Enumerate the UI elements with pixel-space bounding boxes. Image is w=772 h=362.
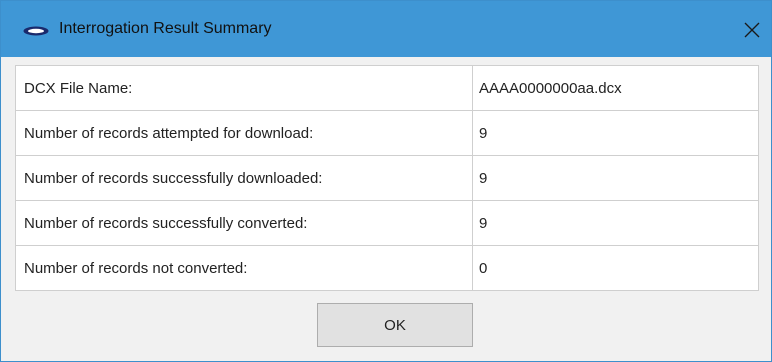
row-label: Number of records successfully downloade… [15, 155, 473, 201]
table-row: Number of records successfully converted… [15, 200, 759, 246]
row-value: AAAA0000000aa.dcx [472, 65, 759, 111]
table-row: Number of records successfully downloade… [15, 155, 759, 201]
row-value: 9 [472, 155, 759, 201]
table-row: DCX File Name: AAAA0000000aa.dcx [15, 65, 759, 111]
row-value: 9 [472, 200, 759, 246]
close-button[interactable] [737, 15, 767, 45]
app-window-icon [23, 26, 49, 36]
table-row: Number of records not converted: 0 [15, 245, 759, 291]
row-value: 0 [472, 245, 759, 291]
row-label: Number of records not converted: [15, 245, 473, 291]
ok-button[interactable]: OK [317, 303, 473, 347]
dialog-window: Interrogation Result Summary DCX File Na… [0, 0, 772, 362]
row-label: Number of records attempted for download… [15, 110, 473, 156]
window-title: Interrogation Result Summary [59, 20, 272, 37]
table-row: Number of records attempted for download… [15, 110, 759, 156]
row-label: DCX File Name: [15, 65, 473, 111]
summary-table: DCX File Name: AAAA0000000aa.dcx Number … [15, 65, 759, 291]
dialog-content: DCX File Name: AAAA0000000aa.dcx Number … [1, 57, 771, 361]
row-value: 9 [472, 110, 759, 156]
title-bar[interactable]: Interrogation Result Summary [1, 1, 771, 57]
close-icon [744, 22, 760, 38]
row-label: Number of records successfully converted… [15, 200, 473, 246]
